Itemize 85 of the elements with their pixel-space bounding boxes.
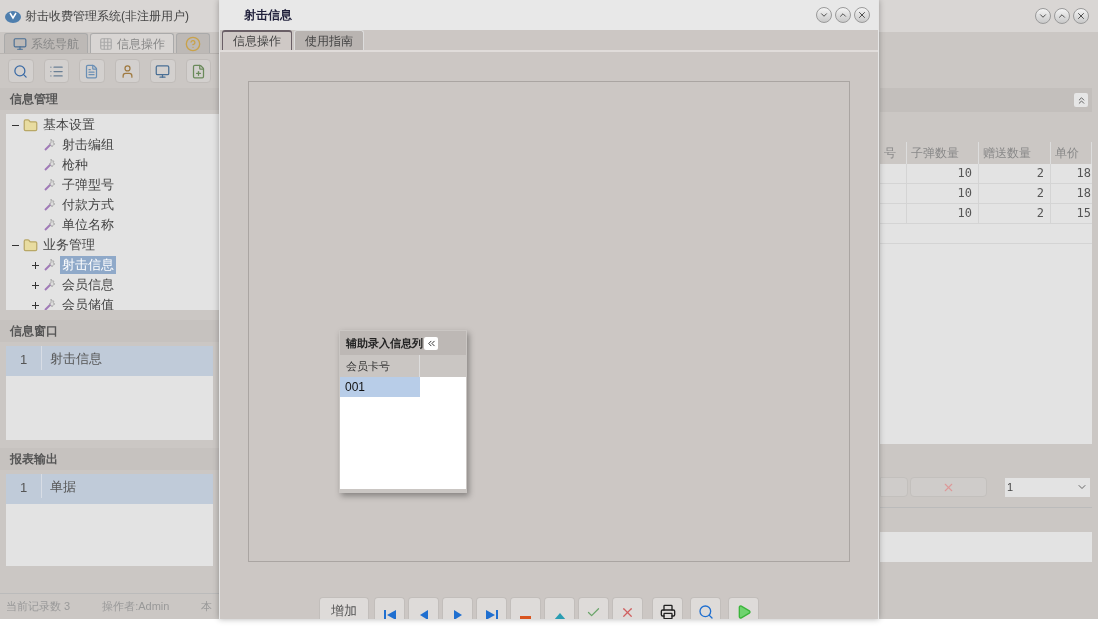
chevron-up-icon: [1057, 11, 1067, 21]
toolbar-button[interactable]: [652, 597, 683, 619]
up-triangle-icon: [553, 613, 566, 619]
tree-item[interactable]: 射击编组: [60, 136, 116, 154]
wand-icon: [43, 258, 57, 272]
text-field[interactable]: [880, 532, 1092, 562]
wand-icon: [43, 138, 57, 152]
next-icon: [453, 610, 462, 619]
panel-header: 信息管理: [0, 88, 219, 110]
printer-icon: [659, 604, 676, 619]
document-icon: [84, 63, 100, 79]
wand-icon: [43, 178, 57, 192]
tree-item[interactable]: 枪种: [60, 156, 90, 174]
close-button[interactable]: [854, 7, 870, 23]
add-file-icon: [190, 63, 206, 79]
app-logo-icon: [5, 9, 21, 23]
monitor-icon: [155, 63, 171, 79]
column-header: 单价: [1051, 142, 1092, 164]
cancel-icon: [620, 605, 635, 619]
table-cell: 2: [979, 204, 1051, 223]
dialog-tab[interactable]: 使用指南: [294, 30, 364, 50]
page-select[interactable]: 1: [1005, 477, 1090, 497]
popup-title: 辅助录入信息列: [346, 335, 423, 351]
list-row[interactable]: 1 射击信息: [6, 346, 213, 376]
tree-item[interactable]: 付款方式: [60, 196, 116, 214]
tree-item[interactable]: 基本设置: [41, 116, 97, 134]
folder-icon: [23, 237, 38, 253]
wand-icon: [43, 218, 57, 232]
list-row[interactable]: 001: [340, 377, 420, 397]
column-header: 赠送数量: [979, 142, 1051, 164]
check-icon: [586, 605, 601, 619]
row-number: 1: [6, 346, 42, 370]
user-icon: [119, 63, 135, 79]
minus-icon: [520, 616, 531, 619]
previous-icon: [419, 610, 428, 619]
dialog-title: 射击信息: [244, 7, 292, 24]
tree-item[interactable]: 业务管理: [41, 236, 97, 254]
collapse-button[interactable]: [424, 336, 438, 350]
list-icon: [48, 63, 64, 79]
close-icon: [1076, 11, 1086, 21]
table-cell: 10: [907, 164, 979, 183]
table-cell: 2: [979, 184, 1051, 203]
collapse-button[interactable]: [1074, 93, 1088, 107]
list-cell-text: 单据: [49, 478, 76, 496]
plus-icon[interactable]: [31, 301, 39, 309]
tree-item[interactable]: 会员信息: [60, 276, 116, 294]
close-button[interactable]: [1073, 8, 1089, 24]
list-cell-text: 射击信息: [49, 350, 102, 368]
help-icon: [185, 35, 201, 52]
wand-icon: [43, 198, 57, 212]
row-number: 1: [6, 474, 42, 498]
panel-header: 信息窗口: [0, 320, 219, 342]
table-cell-text: 18: [1075, 185, 1092, 202]
add-button[interactable]: 增加: [319, 597, 369, 619]
table-cell-text: 15: [1075, 205, 1092, 222]
plus-icon[interactable]: [31, 281, 39, 289]
panel-header: 报表输出: [0, 448, 219, 470]
table-cell: 2: [979, 164, 1051, 183]
search-icon: [13, 63, 29, 79]
grid-icon: [99, 36, 113, 51]
tree-item[interactable]: 会员储值: [60, 296, 116, 310]
tree-item[interactable]: 单位名称: [60, 216, 116, 234]
column-header: 子弹数量: [907, 142, 979, 164]
table-cell: 10: [907, 184, 979, 203]
list-row[interactable]: 1 单据: [6, 474, 213, 504]
first-icon: [383, 610, 396, 619]
column-header: 号: [880, 142, 907, 164]
plus-icon[interactable]: [31, 261, 39, 269]
chevron-down-icon: [819, 10, 829, 20]
table-cell: 10: [907, 204, 979, 223]
preview-icon: [697, 604, 714, 619]
wand-icon: [43, 278, 57, 292]
minimize-button[interactable]: [816, 7, 832, 23]
app-title: 射击收费管理系统(非注册用户): [25, 8, 189, 25]
folder-icon: [23, 117, 38, 133]
dialog-tab[interactable]: 信息操作: [222, 30, 292, 50]
close-icon: [857, 10, 867, 20]
minimize-button[interactable]: [1035, 8, 1051, 24]
chevron-down-icon: [1038, 11, 1048, 21]
last-icon: [485, 610, 498, 619]
monitor-icon: [13, 36, 27, 51]
wand-icon: [43, 158, 57, 172]
chevron-up-icon: [838, 10, 848, 20]
tree-item[interactable]: 子弹型号: [60, 176, 116, 194]
table-cell-text: 18: [1075, 165, 1092, 182]
